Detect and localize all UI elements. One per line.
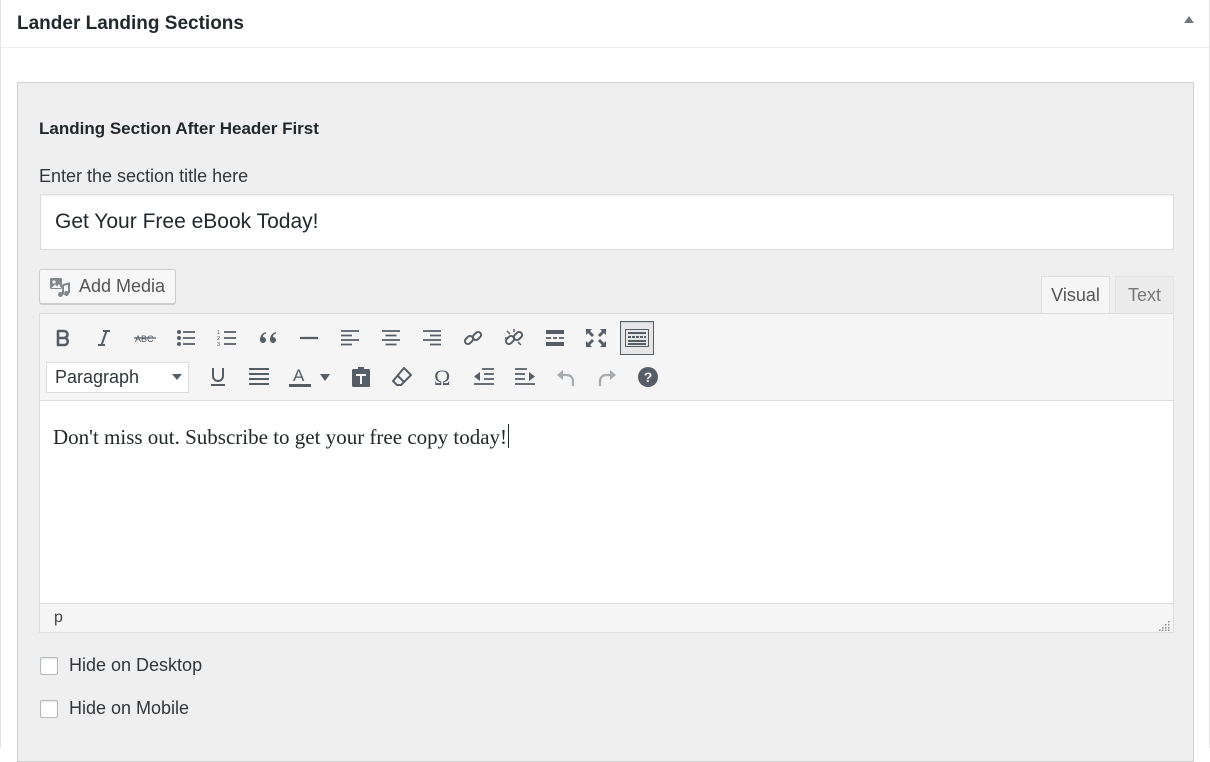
justify-icon[interactable]	[242, 360, 276, 394]
numbered-list-icon[interactable]: 123	[210, 321, 244, 355]
hide-mobile-checkbox[interactable]	[40, 699, 58, 718]
clear-formatting-icon[interactable]	[385, 360, 419, 394]
hide-desktop-label[interactable]: Hide on Desktop	[69, 655, 202, 676]
rich-text-editor: ABC 123 Paragraph A Ω ? Don't miss out. …	[39, 313, 1174, 633]
text-cursor	[508, 424, 510, 448]
svg-text:Ω: Ω	[434, 368, 450, 386]
tab-visual[interactable]: Visual	[1041, 276, 1110, 313]
section-title-label: Enter the section title here	[39, 166, 249, 186]
add-media-label: Add Media	[79, 276, 166, 296]
format-select-value: Paragraph	[55, 366, 140, 387]
text-color-dropdown-icon[interactable]	[320, 373, 330, 381]
format-select[interactable]: Paragraph	[46, 361, 189, 393]
hide-mobile-row: Hide on Mobile	[40, 698, 189, 719]
paste-as-text-icon[interactable]	[344, 360, 378, 394]
bullet-list-icon[interactable]	[169, 321, 203, 355]
chevron-down-icon	[172, 374, 182, 380]
unlink-icon[interactable]	[497, 321, 531, 355]
editor-content[interactable]: Don't miss out. Subscribe to get your fr…	[53, 424, 510, 450]
metabox-title: Lander Landing Sections	[17, 13, 244, 34]
toolbar-toggle-icon[interactable]	[620, 321, 654, 355]
element-path[interactable]: p	[54, 609, 63, 627]
read-more-icon[interactable]	[538, 321, 572, 355]
add-media-icon	[49, 276, 71, 298]
underline-icon[interactable]	[201, 360, 235, 394]
undo-icon[interactable]	[549, 360, 583, 394]
link-icon[interactable]	[456, 321, 490, 355]
strikethrough-icon[interactable]: ABC	[128, 321, 162, 355]
svg-text:?: ?	[644, 369, 653, 385]
redo-icon[interactable]	[590, 360, 624, 394]
section-title-input[interactable]	[40, 194, 1174, 250]
svg-text:A: A	[293, 366, 305, 385]
help-icon[interactable]: ?	[631, 360, 665, 394]
hide-mobile-label[interactable]: Hide on Mobile	[69, 698, 189, 719]
special-character-icon[interactable]: Ω	[426, 360, 460, 394]
hide-desktop-checkbox[interactable]	[40, 656, 58, 675]
align-right-icon[interactable]	[415, 321, 449, 355]
landing-sections-metabox: Lander Landing Sections Landing Section …	[0, 0, 1210, 762]
editor-toolbar: ABC 123 Paragraph A Ω ?	[40, 314, 1173, 401]
align-left-icon[interactable]	[333, 321, 367, 355]
svg-text:3: 3	[217, 342, 220, 347]
bold-icon[interactable]	[46, 321, 80, 355]
horizontal-line-icon[interactable]	[292, 321, 326, 355]
editor-statusbar: p	[40, 603, 1173, 632]
text-color-icon[interactable]: A	[283, 360, 317, 394]
triangle-up-icon[interactable]	[1184, 16, 1194, 23]
hide-desktop-row: Hide on Desktop	[40, 655, 202, 676]
landing-section: Landing Section After Header First Enter…	[17, 82, 1194, 762]
indent-icon[interactable]	[508, 360, 542, 394]
fullscreen-icon[interactable]	[579, 321, 613, 355]
tab-text[interactable]: Text	[1115, 276, 1174, 313]
resize-handle-icon[interactable]	[1159, 618, 1170, 631]
svg-text:ABC: ABC	[135, 334, 154, 344]
toolbar-row-1: ABC 123	[46, 320, 661, 356]
toolbar-row-2: Paragraph A Ω ?	[46, 359, 672, 395]
add-media-button[interactable]: Add Media	[39, 269, 177, 304]
blockquote-icon[interactable]	[251, 321, 285, 355]
metabox-header[interactable]: Lander Landing Sections	[1, 0, 1209, 48]
section-heading: Landing Section After Header First	[39, 119, 319, 138]
editor-text: Don't miss out. Subscribe to get your fr…	[53, 425, 508, 449]
italic-icon[interactable]	[87, 321, 121, 355]
outdent-icon[interactable]	[467, 360, 501, 394]
align-center-icon[interactable]	[374, 321, 408, 355]
